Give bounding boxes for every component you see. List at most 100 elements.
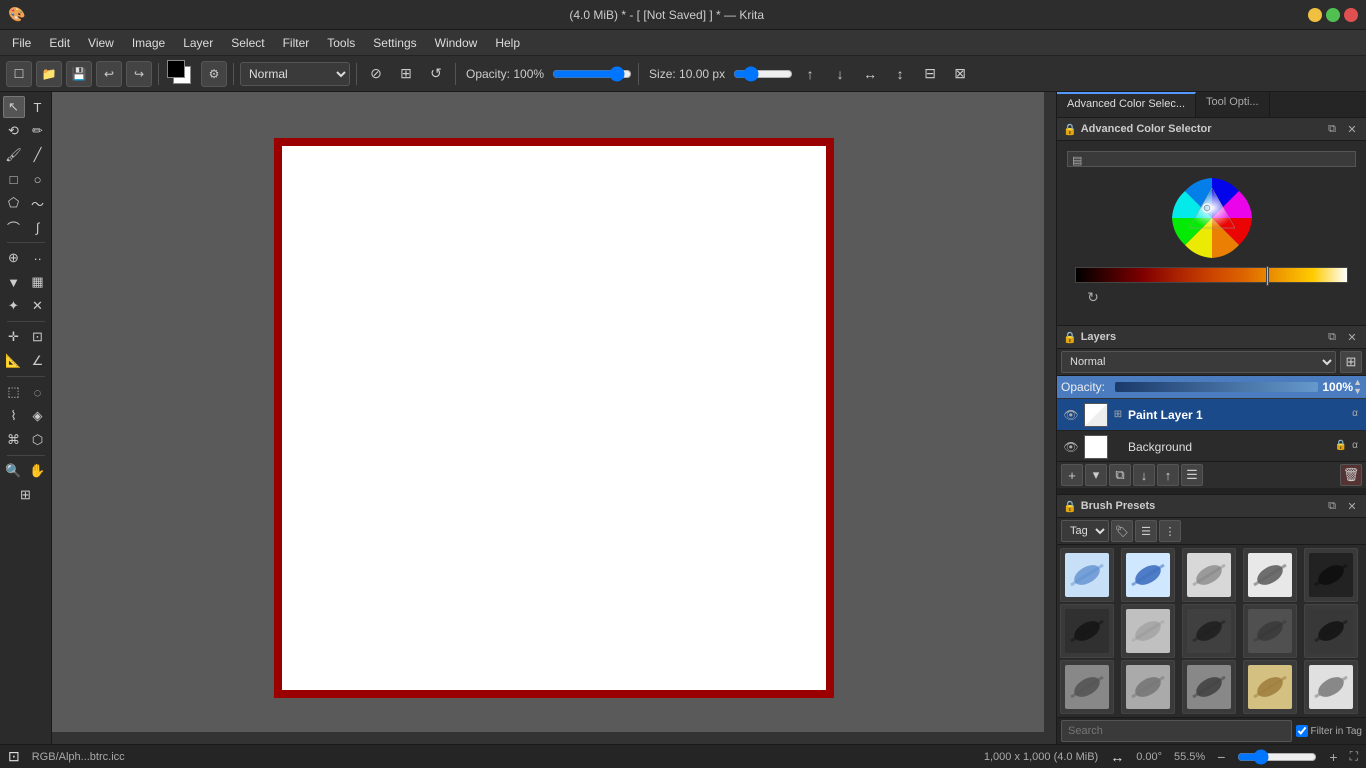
brush-tool-button[interactable]: 🖌 xyxy=(3,144,25,166)
canvas-fit-button[interactable]: ⊡ xyxy=(8,748,20,765)
pan-tool-button[interactable]: ✋ xyxy=(27,460,49,482)
text-tool-button[interactable]: T xyxy=(27,96,49,118)
rect-tool-button[interactable]: □ xyxy=(3,168,25,190)
brush-item-10[interactable] xyxy=(1304,604,1358,658)
calligraphy-tool-button[interactable]: ∫ xyxy=(27,216,49,238)
refresh-button[interactable]: ↺ xyxy=(423,61,449,87)
menu-item-settings[interactable]: Settings xyxy=(365,34,424,52)
transform-tool-button[interactable]: ⟲ xyxy=(3,120,25,142)
layer-visibility-1[interactable]: 👁 xyxy=(1061,437,1081,457)
brush-item-11[interactable] xyxy=(1060,660,1114,714)
spray-tool-button[interactable]: ·∙ xyxy=(27,247,49,269)
menu-item-tools[interactable]: Tools xyxy=(319,34,363,52)
bezier-select-tool-button[interactable]: ⌘ xyxy=(3,429,25,451)
tab-tool-options[interactable]: Tool Opti... xyxy=(1196,92,1270,117)
color-panel-float-button[interactable]: ⧉ xyxy=(1324,121,1340,137)
polygon-select-tool-button[interactable]: ⬡ xyxy=(27,429,49,451)
color-type-button[interactable]: ▤ xyxy=(1067,151,1356,167)
fill-tool-button[interactable]: ▼ xyxy=(3,271,25,293)
vertical-scrollbar[interactable] xyxy=(1044,92,1056,732)
bezier-tool-button[interactable]: ⌒ xyxy=(3,216,25,238)
preserve-alpha-button[interactable]: ⊞ xyxy=(393,61,419,87)
menu-item-help[interactable]: Help xyxy=(487,34,528,52)
canvas-document[interactable] xyxy=(274,138,834,698)
freehand-tool-button[interactable]: 〜 xyxy=(27,192,49,214)
brush-item-14[interactable] xyxy=(1243,660,1297,714)
layer-row-0[interactable]: 👁 ⊞ Paint Layer 1 α xyxy=(1057,399,1366,431)
zoom-tool-button[interactable]: 🔍 xyxy=(3,460,25,482)
select-tool-button[interactable]: ↖ xyxy=(3,96,25,118)
eraser-tool-button[interactable]: ✕ xyxy=(27,295,49,317)
close-button[interactable] xyxy=(1344,8,1358,22)
layers-close-button[interactable]: ✕ xyxy=(1344,329,1360,345)
size-increase-button[interactable]: ↑ xyxy=(797,61,823,87)
duplicate-layer-button[interactable]: ⧉ xyxy=(1109,464,1131,486)
redo-button[interactable]: ↪ xyxy=(126,61,152,87)
horizontal-scrollbar[interactable] xyxy=(52,732,1056,744)
opacity-down-button[interactable]: ▼ xyxy=(1353,387,1362,396)
open-button[interactable]: 📁 xyxy=(36,61,62,87)
move-layer-up-button[interactable]: ↑ xyxy=(1157,464,1179,486)
filter-in-tag-checkbox[interactable] xyxy=(1296,725,1308,737)
new-document-button[interactable]: ☐ xyxy=(6,61,32,87)
brush-item-6[interactable] xyxy=(1060,604,1114,658)
brush-presets-float-button[interactable]: ⧉ xyxy=(1324,498,1340,514)
brush-item-1[interactable] xyxy=(1060,548,1114,602)
wrap-button[interactable]: ⊠ xyxy=(947,61,973,87)
color-panel-close-button[interactable]: ✕ xyxy=(1344,121,1360,137)
move-tool-button[interactable]: ✛ xyxy=(3,326,25,348)
smart-patch-tool-button[interactable]: ⊕ xyxy=(3,247,25,269)
brush-search-input[interactable] xyxy=(1061,720,1292,742)
brush-item-7[interactable] xyxy=(1121,604,1175,658)
layers-filter-button[interactable]: ⊞ xyxy=(1340,351,1362,373)
brush-item-15[interactable] xyxy=(1304,660,1358,714)
canvas-toggle-button[interactable]: ⊞ xyxy=(15,484,37,506)
maximize-button[interactable] xyxy=(1326,8,1340,22)
rect-select-tool-button[interactable]: ⬚ xyxy=(3,381,25,403)
tab-advanced-color[interactable]: Advanced Color Selec... xyxy=(1057,92,1196,117)
foreground-swatch[interactable] xyxy=(165,58,197,90)
layer-visibility-0[interactable]: 👁 xyxy=(1061,405,1081,425)
filter-in-tag-label[interactable]: Filter in Tag xyxy=(1296,725,1362,737)
size-slider[interactable] xyxy=(733,62,793,86)
add-layer-dropdown-button[interactable]: ▾ xyxy=(1085,464,1107,486)
flip-v-button[interactable]: ↕ xyxy=(887,61,913,87)
color-gradient-bar[interactable] xyxy=(1075,267,1348,283)
minimize-button[interactable] xyxy=(1308,8,1322,22)
zoom-in-button[interactable]: + xyxy=(1329,749,1337,765)
pen-tool-button[interactable]: ✏ xyxy=(27,120,49,142)
menu-item-edit[interactable]: Edit xyxy=(41,34,78,52)
menu-item-filter[interactable]: Filter xyxy=(275,34,318,52)
measure-tool-button[interactable]: 📐 xyxy=(3,350,25,372)
line-tool-button[interactable]: ╱ xyxy=(27,144,49,166)
blend-mode-select[interactable]: NormalMultiplyScreenOverlayDarkenLighten… xyxy=(240,62,350,86)
delete-layer-button[interactable]: 🗑 xyxy=(1340,464,1362,486)
brush-item-12[interactable] xyxy=(1121,660,1175,714)
zoom-slider[interactable] xyxy=(1237,749,1317,765)
similar-select-tool-button[interactable]: ◈ xyxy=(27,405,49,427)
layers-opacity-bar[interactable] xyxy=(1115,382,1318,392)
flip-h-button[interactable]: ↔ xyxy=(857,61,883,87)
color-refresh-button[interactable]: ↻ xyxy=(1083,287,1103,307)
add-layer-button[interactable]: + xyxy=(1061,464,1083,486)
menu-item-window[interactable]: Window xyxy=(427,34,486,52)
undo-button[interactable]: ↩ xyxy=(96,61,122,87)
brush-presets-close-button[interactable]: ✕ xyxy=(1344,498,1360,514)
ellipse-select-tool-button[interactable]: ◌ xyxy=(27,381,49,403)
brush-tag-icon[interactable]: 🏷 xyxy=(1111,520,1133,542)
brush-item-3[interactable] xyxy=(1182,548,1236,602)
layers-float-button[interactable]: ⧉ xyxy=(1324,329,1340,345)
layer-row-1[interactable]: 👁 Background 🔒 α xyxy=(1057,431,1366,461)
ellipse-tool-button[interactable]: ○ xyxy=(27,168,49,190)
layer-properties-button[interactable]: ☰ xyxy=(1181,464,1203,486)
angle-tool-button[interactable]: ∠ xyxy=(27,350,49,372)
brush-item-8[interactable] xyxy=(1182,604,1236,658)
mirror-button[interactable]: ⊟ xyxy=(917,61,943,87)
erase-button[interactable]: ⊘ xyxy=(363,61,389,87)
gradient-tool-button[interactable]: ▦ xyxy=(27,271,49,293)
brush-tag-select[interactable]: Tag xyxy=(1061,520,1109,542)
polygon-tool-button[interactable]: ⬠ xyxy=(3,192,25,214)
menu-item-view[interactable]: View xyxy=(80,34,122,52)
menu-item-select[interactable]: Select xyxy=(223,34,272,52)
brush-item-13[interactable] xyxy=(1182,660,1236,714)
